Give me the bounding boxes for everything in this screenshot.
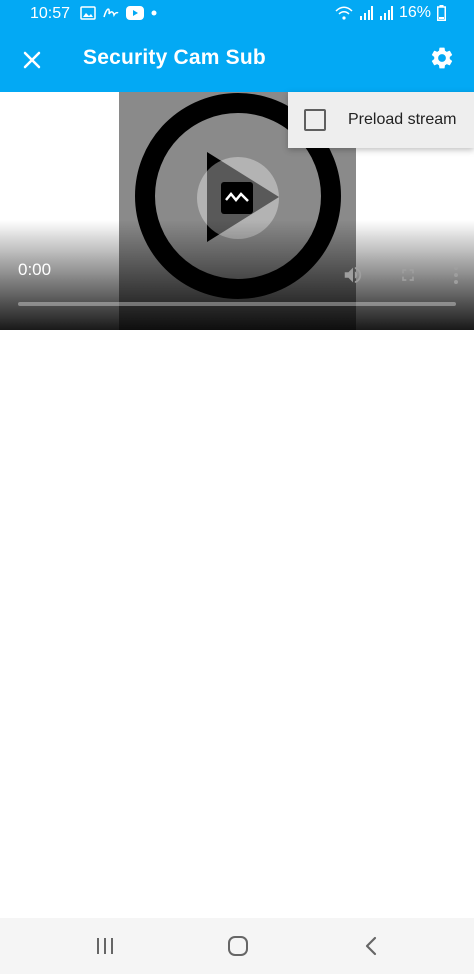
signature-icon bbox=[103, 8, 119, 18]
progress-bar[interactable] bbox=[18, 302, 456, 306]
signal-icon bbox=[359, 6, 373, 20]
fullscreen-icon[interactable] bbox=[398, 265, 418, 285]
preload-checkbox[interactable] bbox=[304, 109, 326, 131]
app-bar: Security Cam Sub bbox=[0, 28, 474, 92]
dot-icon bbox=[151, 10, 157, 16]
battery-icon bbox=[437, 5, 446, 21]
home-icon bbox=[228, 936, 248, 956]
close-button[interactable] bbox=[16, 44, 48, 76]
back-button[interactable] bbox=[355, 932, 387, 960]
current-time: 0:00 bbox=[18, 260, 52, 279]
settings-button[interactable] bbox=[426, 42, 458, 74]
notification-icons bbox=[80, 5, 158, 21]
preload-menu: Preload stream bbox=[288, 92, 474, 148]
home-button[interactable] bbox=[222, 932, 254, 960]
video-controls bbox=[342, 264, 460, 286]
preload-label: Preload stream bbox=[348, 111, 457, 128]
recents-button[interactable] bbox=[89, 932, 121, 960]
close-icon bbox=[23, 51, 41, 69]
youtube-icon bbox=[126, 6, 144, 20]
wifi-icon bbox=[335, 6, 353, 20]
gallery-icon bbox=[80, 6, 96, 20]
status-right: 16% bbox=[335, 4, 446, 22]
navigation-bar bbox=[0, 918, 474, 974]
volume-icon[interactable] bbox=[342, 264, 364, 286]
back-icon bbox=[365, 936, 377, 956]
status-bar: 10:57 16% bbox=[0, 0, 474, 28]
page-title: Security Cam Sub bbox=[83, 46, 266, 69]
more-vert-icon[interactable] bbox=[452, 265, 460, 285]
signal-icon-2 bbox=[379, 6, 393, 20]
status-time: 10:57 bbox=[30, 5, 71, 22]
recents-icon bbox=[97, 938, 113, 954]
broken-image-icon bbox=[221, 182, 253, 214]
battery-percent: 16% bbox=[398, 4, 431, 21]
gear-icon bbox=[431, 47, 453, 69]
